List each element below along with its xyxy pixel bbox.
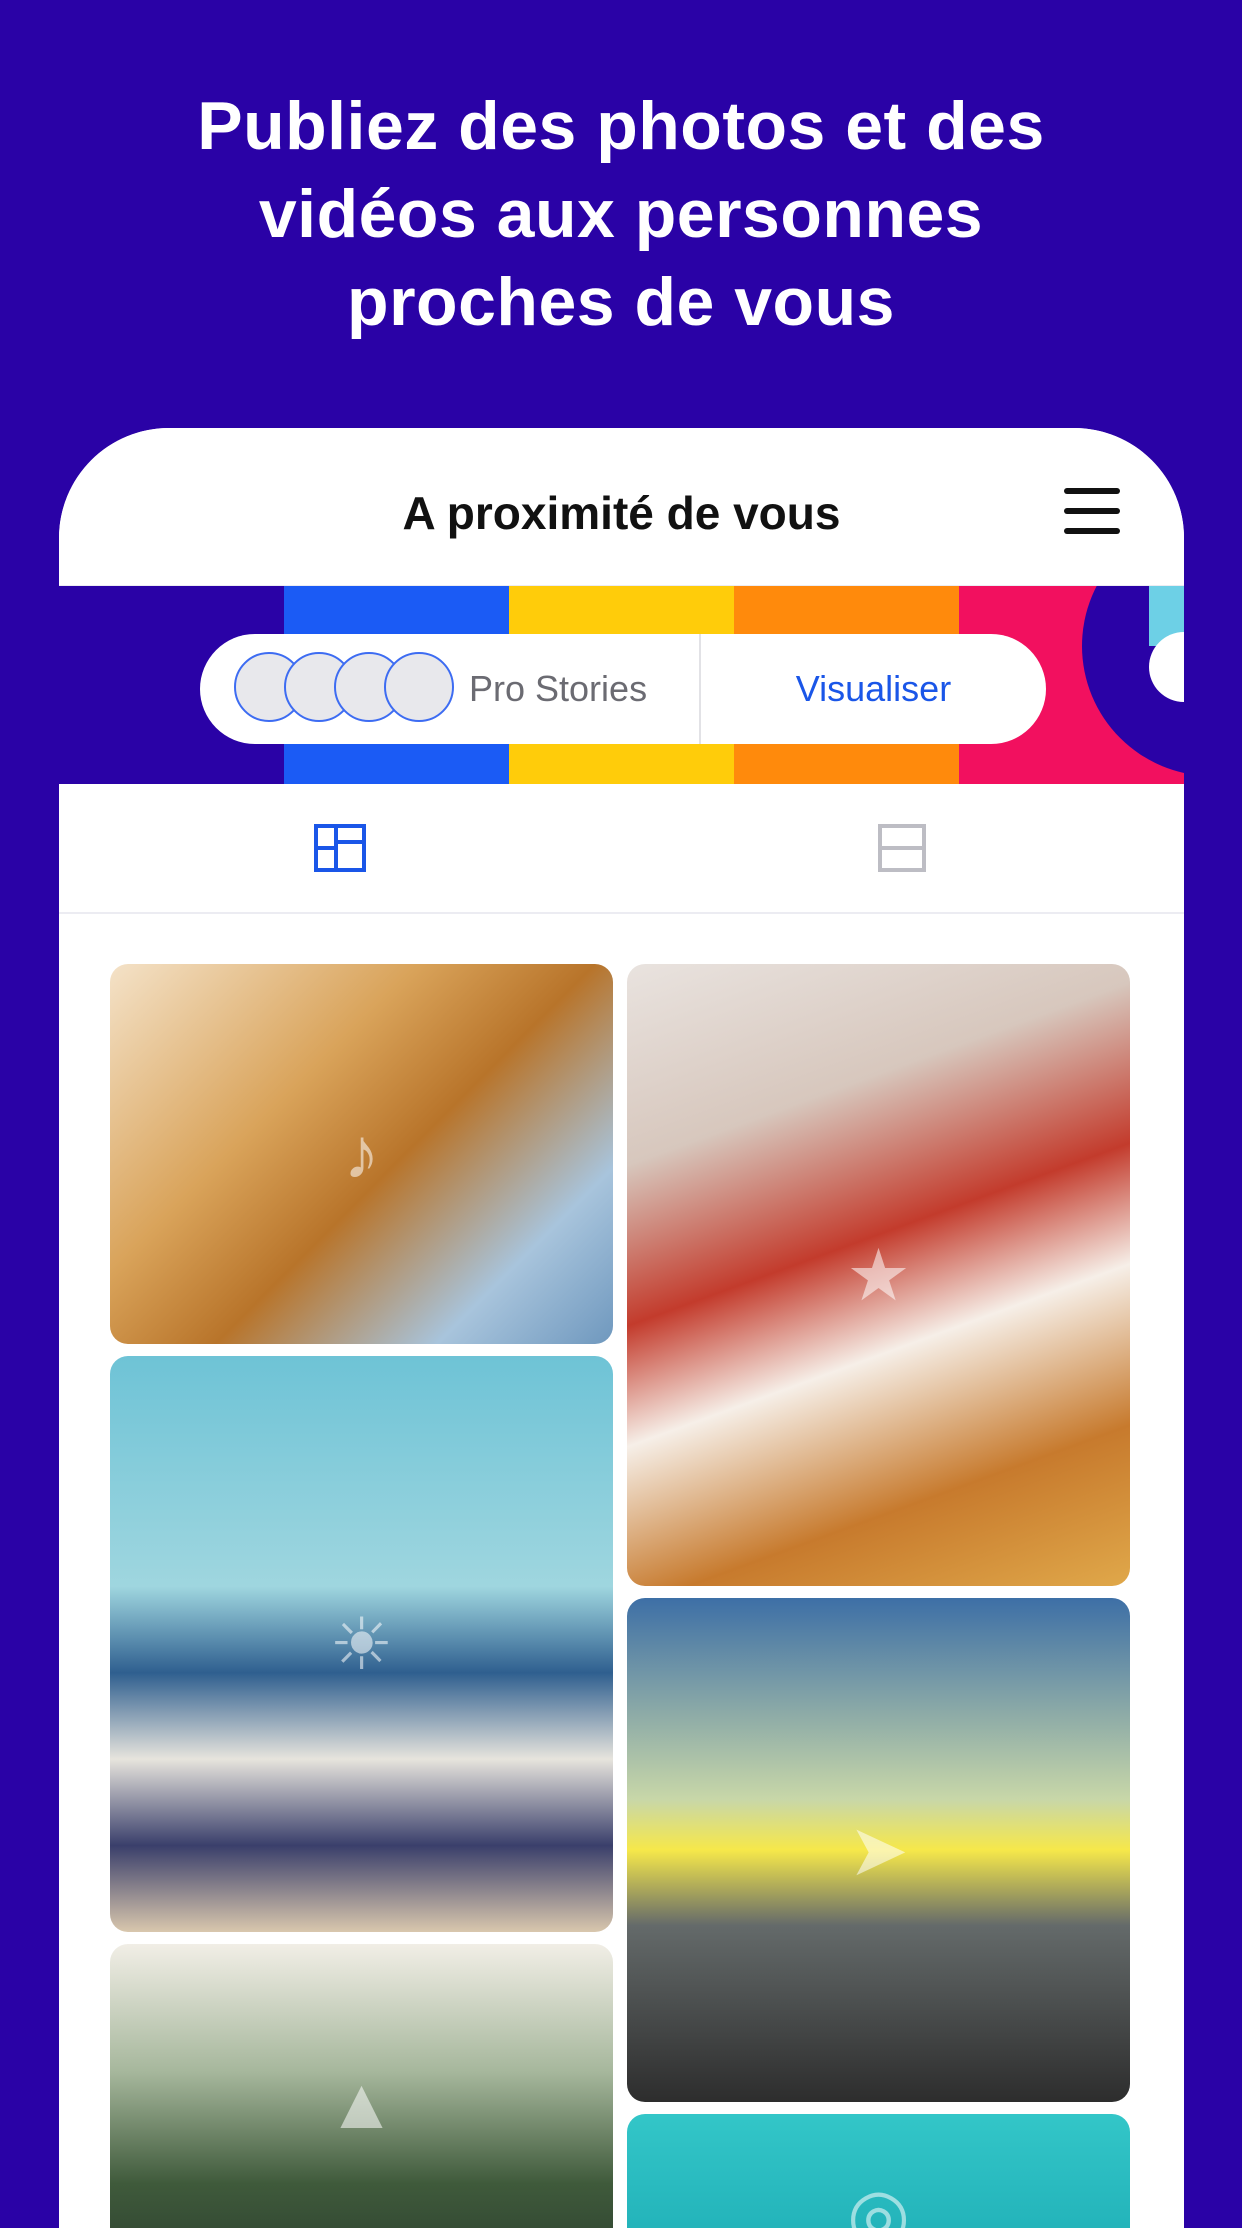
view-mode-tabs: [59, 784, 1184, 914]
image-icon: ☀: [329, 1605, 394, 1685]
beach-family-photo[interactable]: ☀: [110, 1356, 613, 1932]
image-icon: ♪: [343, 1114, 380, 1194]
view-stories-button[interactable]: Visualiser: [701, 668, 1046, 710]
stories-banner: Pro Stories Visualiser: [59, 586, 1184, 784]
page-title: A proximité de vous: [402, 487, 841, 539]
mosaic-grid-icon: [314, 824, 366, 872]
headline-line-3: proches de vous: [347, 264, 895, 340]
image-icon: ★: [846, 1236, 911, 1316]
image-icon: ▲: [325, 2064, 398, 2144]
guitar-photo[interactable]: ♪: [110, 964, 613, 1344]
image-icon: ➤: [848, 1811, 909, 1891]
headline-line-2: vidéos aux personnes: [258, 176, 984, 252]
promo-headline: Publiez des photos et des vidéos aux per…: [0, 82, 1242, 346]
headline-line-1: Publiez des photos et des: [197, 88, 1045, 164]
christmas-party-photo[interactable]: ★: [627, 964, 1130, 1586]
underwater-camera-photo[interactable]: ◎: [627, 2114, 1130, 2228]
image-icon: ◎: [847, 2175, 910, 2228]
avatar[interactable]: [384, 652, 454, 722]
tab-list-view[interactable]: [621, 784, 1183, 912]
forest-photo[interactable]: ▲: [110, 1944, 613, 2228]
pro-stories-label: Pro Stories: [469, 668, 648, 709]
phone-screen: A proximité de vous Pro Stories Visualis…: [59, 428, 1184, 2228]
story-avatars[interactable]: [234, 634, 459, 744]
tab-grid-view[interactable]: [59, 784, 621, 912]
app-header: A proximité de vous: [59, 428, 1184, 587]
single-list-icon: [878, 824, 926, 872]
stories-pill[interactable]: Pro Stories Visualiser: [200, 634, 1046, 744]
hamburger-menu-icon[interactable]: [1064, 488, 1120, 534]
motorcycle-road-photo[interactable]: ➤: [627, 1598, 1130, 2102]
